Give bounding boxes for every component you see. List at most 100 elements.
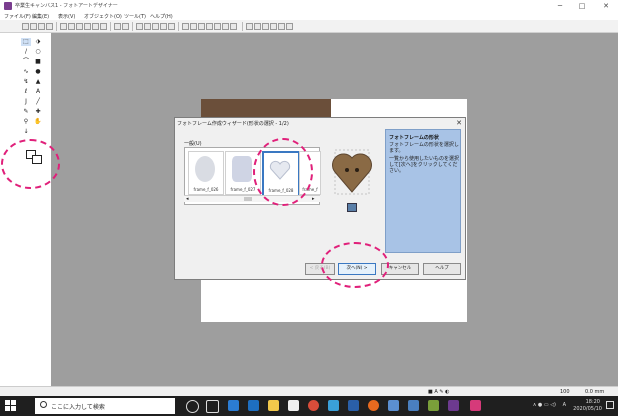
select-tool-icon[interactable]: ⬚ — [21, 38, 31, 46]
fill-tool-icon[interactable]: ✚ — [33, 108, 43, 116]
window-title: 卒業生キャンバス1 - フォトアートデザイナー — [15, 3, 118, 9]
page-icon[interactable] — [144, 23, 151, 30]
rect-tool-icon[interactable]: ■ — [33, 58, 43, 66]
status-icons: ■ A ✎ ◐ — [428, 389, 450, 395]
cortana-icon[interactable] — [186, 400, 199, 413]
effect-icon[interactable] — [214, 23, 221, 30]
copy-icon[interactable] — [68, 23, 75, 30]
photo-icon[interactable] — [206, 23, 213, 30]
status-coords: 0.0 mm — [585, 389, 605, 395]
camera-icon[interactable] — [278, 23, 285, 30]
layout-icon[interactable] — [136, 23, 143, 30]
menu-edit[interactable]: 編集(E) — [32, 13, 49, 20]
clipart-icon[interactable] — [198, 23, 205, 30]
ellipse-tool-icon[interactable]: ○ — [33, 48, 43, 56]
monitor-icon[interactable] — [246, 23, 253, 30]
pen-tool-icon[interactable]: ╱ — [33, 98, 43, 106]
frame-thumbnail — [232, 156, 252, 182]
delete-icon[interactable] — [84, 23, 91, 30]
status-bar: ■ A ✎ ◐ 100 0.0 mm — [0, 386, 618, 396]
curve-tool-icon[interactable]: ∿ — [21, 68, 31, 76]
grid-icon[interactable] — [92, 23, 99, 30]
slideshow-icon[interactable] — [270, 23, 277, 30]
store-icon[interactable] — [288, 400, 299, 411]
menu-tools[interactable]: ツール(T) — [124, 13, 146, 20]
explorer-icon[interactable] — [268, 400, 279, 411]
chrome-icon[interactable] — [308, 400, 319, 411]
windows-start-icon[interactable] — [5, 400, 17, 412]
undo-icon[interactable] — [114, 23, 121, 30]
shape-icon[interactable] — [230, 23, 237, 30]
brush-tool-icon[interactable]: ✎ — [21, 108, 31, 116]
zoom-tool-icon[interactable]: ⚲ — [21, 118, 31, 126]
node-tool-icon[interactable]: ⬗ — [33, 38, 43, 46]
frame-icon[interactable] — [160, 23, 167, 30]
notification-icon[interactable] — [606, 401, 614, 409]
app-icon-1[interactable] — [328, 400, 339, 411]
menu-file[interactable]: ファイル(F) — [4, 13, 31, 20]
app-icon-2[interactable] — [348, 400, 359, 411]
scroll-left-icon[interactable]: ◂ — [186, 196, 189, 202]
color-icon[interactable] — [190, 23, 197, 30]
menu-help[interactable]: ヘルプ(H) — [150, 13, 173, 20]
text-tool-icon[interactable]: A — [33, 88, 43, 96]
ie-icon[interactable] — [248, 400, 259, 411]
canvas-photo[interactable] — [201, 99, 331, 119]
photoart-icon[interactable] — [448, 400, 459, 411]
help-title: フォトフレームの形状 — [389, 135, 439, 141]
circle-tool-icon[interactable]: ● — [33, 68, 43, 76]
image-icon[interactable] — [182, 23, 189, 30]
maximize-button[interactable]: □ — [574, 0, 590, 12]
minimize-button[interactable]: ─ — [552, 0, 568, 12]
dialog-close-button[interactable]: ✕ — [456, 119, 462, 127]
text-icon[interactable] — [222, 23, 229, 30]
clock-time[interactable]: 18:20 — [586, 399, 600, 405]
preview-image — [331, 149, 373, 195]
arc-tool-icon[interactable]: ↯ — [21, 78, 31, 86]
open-icon[interactable] — [30, 23, 37, 30]
calendar-icon[interactable] — [168, 23, 175, 30]
preview-button[interactable] — [347, 203, 357, 212]
close-button[interactable]: ✕ — [598, 0, 614, 12]
task-view-icon[interactable] — [206, 400, 219, 413]
eyedropper-tool-icon[interactable]: ↓ — [21, 128, 31, 136]
hand-tool-icon[interactable]: ✋ — [33, 118, 43, 126]
scroll-right-icon[interactable]: ▸ — [312, 196, 315, 202]
table-icon[interactable] — [152, 23, 159, 30]
new-icon[interactable] — [22, 23, 29, 30]
hook-tool-icon[interactable]: J — [21, 98, 31, 106]
menu-object[interactable]: オブジェクト(O) — [84, 13, 122, 20]
tray-icons[interactable]: ∧ ● ▭ ◁) — [533, 402, 556, 408]
print-icon[interactable] — [46, 23, 53, 30]
help-button[interactable]: ヘルプ — [423, 263, 461, 275]
paste-icon[interactable] — [76, 23, 83, 30]
clock-date[interactable]: 2020/05/10 — [573, 406, 602, 412]
status-zoom: 100 — [560, 389, 570, 395]
text-path-tool-icon[interactable]: ℓ — [21, 88, 31, 96]
arrange-icon[interactable] — [254, 23, 261, 30]
taskbar-search[interactable]: ここに入力して検索 — [35, 398, 175, 414]
redo-icon[interactable] — [122, 23, 129, 30]
eye-icon[interactable] — [286, 23, 293, 30]
edge-icon[interactable] — [228, 400, 239, 411]
line-tool-icon[interactable]: / — [21, 48, 31, 56]
help-text: フォトフレームの形状を選択します。 — [389, 142, 459, 154]
menu-view[interactable]: 表示(V) — [58, 13, 75, 20]
save-icon[interactable] — [38, 23, 45, 30]
transform-icon[interactable] — [100, 23, 107, 30]
app-icon-5[interactable] — [428, 400, 439, 411]
cut-icon[interactable] — [60, 23, 67, 30]
app-icon-6[interactable] — [470, 400, 481, 411]
firefox-icon[interactable] — [368, 400, 379, 411]
search-icon — [40, 401, 47, 408]
polygon-tool-icon[interactable]: ▲ — [33, 78, 43, 86]
ime-indicator[interactable]: A — [563, 402, 566, 408]
frame-item[interactable]: frame_f_026 — [188, 151, 224, 195]
frame-name: frame_f_026 — [193, 187, 219, 192]
preview-icon[interactable] — [262, 23, 269, 30]
app-icon-4[interactable] — [408, 400, 419, 411]
app-icon-3[interactable] — [388, 400, 399, 411]
frame-preview — [329, 144, 375, 200]
polyline-tool-icon[interactable]: ⌒ — [21, 58, 31, 66]
scroll-thumb[interactable] — [244, 197, 252, 201]
